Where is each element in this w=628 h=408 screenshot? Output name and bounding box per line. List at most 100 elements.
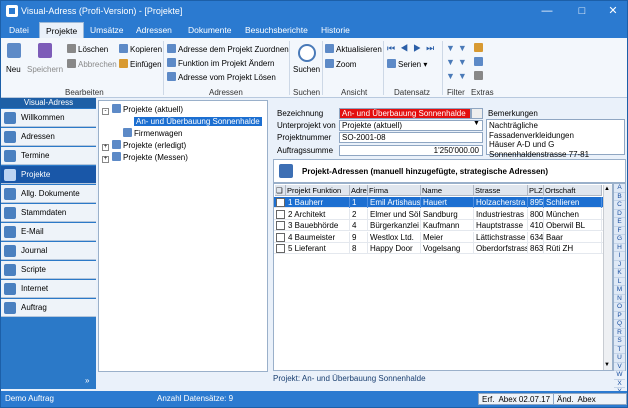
row-checkbox[interactable] bbox=[276, 198, 285, 207]
cell-adre[interactable]: 9 bbox=[350, 231, 368, 243]
alpha-index-l[interactable]: L bbox=[614, 278, 625, 286]
tree-node-sonnenhalde[interactable]: An- und Überbauung Sonnenhalde bbox=[123, 116, 262, 126]
neu-button[interactable]: Neu bbox=[6, 65, 21, 74]
adresse-loesen-button[interactable]: Adresse vom Projekt Lösen bbox=[167, 72, 276, 82]
alpha-index-f[interactable]: F bbox=[614, 227, 625, 235]
cell-name[interactable]: Kaufmann bbox=[421, 220, 474, 231]
close-button[interactable]: ✕ bbox=[597, 1, 627, 22]
table-row[interactable]: 1 Bauherr 1 Emil Artishaus Hauert Holzachers… bbox=[274, 197, 603, 208]
cell-adre[interactable]: 2 bbox=[350, 208, 368, 220]
cell-funktion[interactable]: 5 Lieferant bbox=[286, 243, 350, 254]
cell-ortschaft[interactable]: Baar bbox=[544, 231, 602, 243]
cell-strasse[interactable]: Industriestras bbox=[474, 208, 528, 220]
bemerkungen-field[interactable]: Nachträgliche Fassadenverkleidungen Häus… bbox=[486, 119, 625, 159]
menu-datei[interactable]: Datei bbox=[9, 22, 29, 38]
nav-willkommen[interactable]: Willkommen bbox=[1, 109, 96, 127]
cell-firma[interactable]: Happy Door bbox=[368, 243, 421, 254]
cell-ortschaft[interactable]: Oberwil BL bbox=[544, 220, 602, 231]
col-header-name[interactable]: Name bbox=[421, 185, 474, 196]
suchen-button[interactable]: Suchen bbox=[293, 65, 320, 74]
extras-settings-icon[interactable] bbox=[474, 43, 485, 53]
menu-historie[interactable]: Historie bbox=[321, 22, 350, 38]
cell-funktion[interactable]: 2 Architekt bbox=[286, 208, 350, 220]
minimize-button[interactable]: — bbox=[531, 1, 563, 22]
alpha-index-p[interactable]: P bbox=[614, 312, 625, 320]
cell-firma[interactable]: Emil Artishaus bbox=[368, 197, 421, 208]
row-checkbox[interactable] bbox=[276, 232, 285, 242]
nav-projekte[interactable]: Projekte bbox=[1, 166, 96, 184]
serien-button[interactable]: Serien ▾ bbox=[387, 59, 427, 69]
chevron-down-icon[interactable]: ▼ bbox=[473, 120, 480, 127]
cell-strasse[interactable]: Hauptstrasse bbox=[474, 220, 528, 231]
funktion-aendern-button[interactable]: Funktion im Projekt Ändern bbox=[167, 58, 275, 68]
row-checkbox[interactable] bbox=[276, 244, 285, 253]
cell-plz[interactable]: 410 bbox=[528, 220, 544, 231]
cell-name[interactable]: Vogelsang bbox=[421, 243, 474, 254]
tree-node-firmenwagen[interactable]: Firmenwagen bbox=[123, 128, 182, 138]
grid-scrollbar[interactable] bbox=[603, 185, 612, 370]
cell-firma[interactable]: Bürgerkanzlei bbox=[368, 220, 421, 231]
menu-adressen[interactable]: Adressen bbox=[136, 22, 172, 38]
alpha-index-h[interactable]: H bbox=[614, 244, 625, 252]
menu-dokumente[interactable]: Dokumente bbox=[188, 22, 231, 38]
tree-node-erledigt[interactable]: + Projekte (erledigt) bbox=[102, 140, 186, 151]
nav-journal[interactable]: Journal bbox=[1, 242, 96, 260]
collapse-icon[interactable]: - bbox=[102, 108, 109, 115]
filter-icons[interactable]: ▼▼ bbox=[446, 43, 470, 53]
alpha-index-b[interactable]: B bbox=[614, 193, 625, 201]
abbrechen-button[interactable]: Abbrechen bbox=[67, 59, 117, 69]
expand-icon[interactable]: + bbox=[102, 144, 109, 151]
nav-termine[interactable]: Termine bbox=[1, 147, 96, 165]
alpha-index-w[interactable]: W bbox=[614, 371, 625, 380]
alpha-index-q[interactable]: Q bbox=[614, 320, 625, 329]
cell-plz[interactable]: 634 bbox=[528, 231, 544, 243]
col-header-ortschaft[interactable]: Ortschaft bbox=[544, 185, 602, 196]
cell-firma[interactable]: Elmer und Söh bbox=[368, 208, 421, 220]
adresse-zuordnen-button[interactable]: Adresse dem Projekt Zuordnen bbox=[167, 44, 289, 54]
scroll-up-icon[interactable]: ▲ bbox=[604, 186, 610, 192]
nav-allg-dokumente[interactable]: Allg. Dokumente bbox=[1, 185, 96, 203]
tree-node-aktuell[interactable]: - Projekte (aktuell) bbox=[102, 104, 183, 115]
cell-ortschaft[interactable]: München bbox=[544, 208, 602, 220]
alpha-index-e[interactable]: E bbox=[614, 218, 625, 227]
cell-funktion[interactable]: 3 Bauebhörde bbox=[286, 220, 350, 231]
maximize-button[interactable]: □ bbox=[566, 1, 598, 22]
alpha-index-r[interactable]: R bbox=[614, 329, 625, 337]
cell-plz[interactable]: 800 bbox=[528, 208, 544, 220]
expand-icon[interactable]: + bbox=[102, 156, 109, 163]
cell-firma[interactable]: Westlox Ltd. bbox=[368, 231, 421, 243]
cell-adre[interactable]: 1 bbox=[350, 197, 368, 208]
alpha-index-d[interactable]: D bbox=[614, 210, 625, 218]
projektnummer-field[interactable]: SO-2001-08 bbox=[339, 132, 483, 143]
nav-email[interactable]: E-Mail bbox=[1, 223, 96, 241]
bezeichnung-field[interactable]: An- und Überbauung Sonnenhalde bbox=[339, 108, 471, 119]
alpha-index-m[interactable]: M bbox=[614, 286, 625, 295]
auftragssumme-field[interactable]: 1'250'000.00 bbox=[339, 145, 483, 156]
cell-strasse[interactable]: Lättichstrasse bbox=[474, 231, 528, 243]
record-nav-arrows-icon[interactable]: ⏮◀▶⏭ bbox=[387, 43, 439, 54]
row-selector-header[interactable]: ❏ bbox=[275, 185, 286, 196]
unterprojekt-select[interactable]: Projekte (aktuell) bbox=[339, 120, 483, 131]
cell-funktion[interactable]: 4 Baumeister bbox=[286, 231, 350, 243]
cell-strasse[interactable]: Holzacherstra bbox=[474, 197, 528, 208]
extras-help-icon[interactable] bbox=[474, 57, 485, 67]
kopieren-button[interactable]: Kopieren bbox=[119, 44, 162, 54]
table-row[interactable]: 5 Lieferant 8 Happy Door Vogelsang Oberdorfs… bbox=[274, 243, 603, 254]
alpha-index-c[interactable]: C bbox=[614, 201, 625, 210]
col-header-strasse[interactable]: Strasse bbox=[474, 185, 528, 196]
cell-ortschaft[interactable]: Rüti ZH bbox=[544, 243, 602, 254]
nav-adressen[interactable]: Adressen bbox=[1, 128, 96, 146]
alpha-index-v[interactable]: V bbox=[614, 363, 625, 371]
row-checkbox[interactable] bbox=[276, 221, 285, 230]
cell-name[interactable]: Meier bbox=[421, 231, 474, 243]
cell-plz[interactable]: 863 bbox=[528, 243, 544, 254]
expand-chevron-icon[interactable]: » bbox=[85, 376, 89, 385]
menu-projekte[interactable]: Projekte bbox=[39, 22, 85, 38]
alpha-index-i[interactable]: I bbox=[614, 252, 625, 261]
col-header-firma[interactable]: Firma bbox=[368, 185, 421, 196]
cell-funktion[interactable]: 1 Bauherr bbox=[286, 197, 350, 208]
row-checkbox[interactable] bbox=[276, 209, 285, 219]
menu-umsaetze[interactable]: Umsätze bbox=[90, 22, 124, 38]
cell-name[interactable]: Sandburg bbox=[421, 208, 474, 220]
alpha-index-k[interactable]: K bbox=[614, 269, 625, 278]
